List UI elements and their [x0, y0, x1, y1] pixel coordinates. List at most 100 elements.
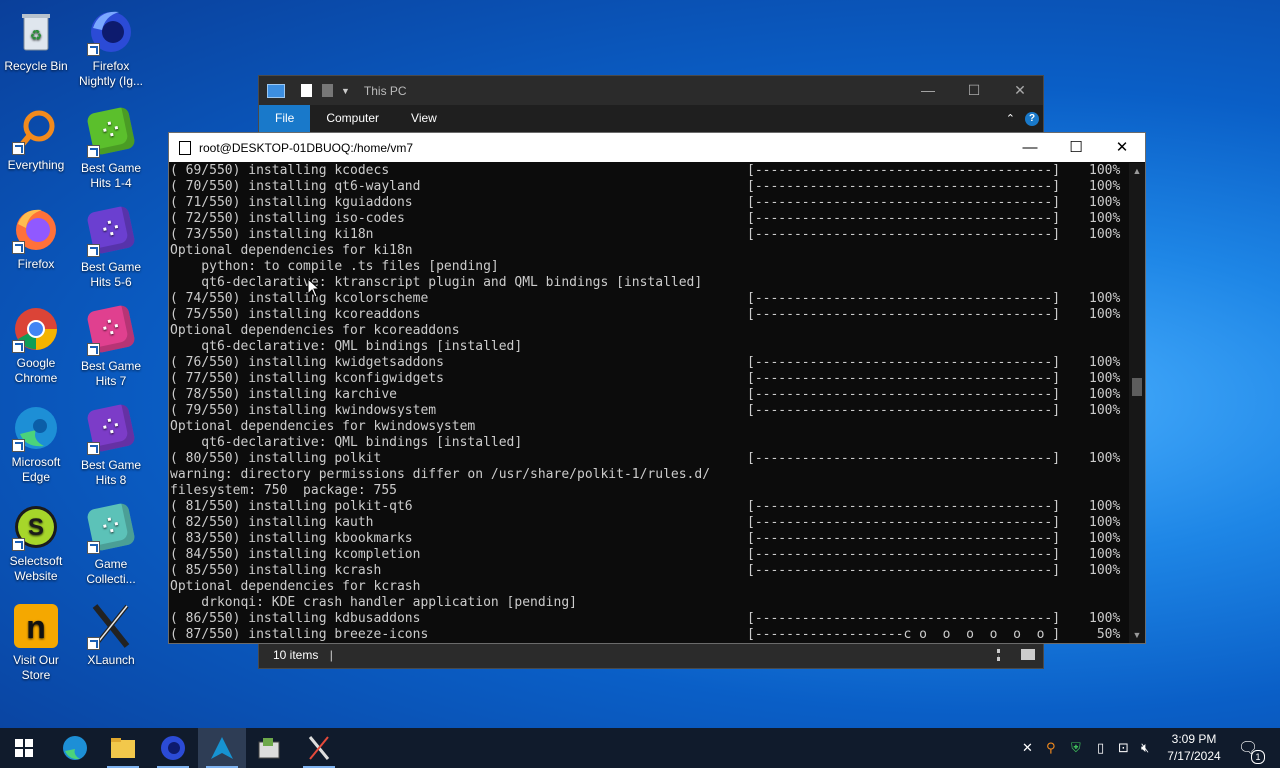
terminal-line: ( 77/550) installing kconfigwidgets [----…: [169, 371, 1129, 387]
terminal-line-text: ( 86/550) installing kdbusaddons: [170, 611, 421, 626]
desktop: ♻ Recycle Bin Everything Firefox Google …: [0, 0, 1280, 728]
explorer-ribbon: File Computer View ⌃ ?: [259, 105, 1043, 132]
terminal-title: root@DESKTOP-01DBUOQ:/home/vm7: [199, 140, 414, 155]
terminal-line: ( 84/550) installing kcompletion [-------…: [169, 547, 1129, 563]
taskbar-app[interactable]: [246, 728, 294, 768]
progress-bar-text: [--------------------------------------]: [747, 355, 1061, 370]
desktop-icon-edge[interactable]: Microsoft Edge: [0, 404, 72, 485]
progress-bar-text: [--------------------------------------]: [747, 499, 1061, 514]
scroll-up-icon[interactable]: ▲: [1129, 166, 1145, 176]
help-icon[interactable]: ?: [1025, 111, 1039, 126]
progress-bar-text: [--------------------------------------]: [747, 515, 1061, 530]
explorer-titlebar[interactable]: ▼ This PC — ☐ ✕: [259, 76, 1043, 105]
terminal-line-text: filesystem: 750 package: 755: [170, 483, 397, 498]
dice-purple-icon: [86, 403, 136, 455]
taskbar-firefox-nightly[interactable]: [149, 728, 197, 768]
item-count: 10 items: [273, 648, 319, 662]
desktop-icon-xlaunch[interactable]: XLaunch: [75, 602, 147, 668]
progress-bar-text: [--------------------------------------]: [747, 179, 1061, 194]
clock[interactable]: 3:09 PM 7/17/2024: [1160, 731, 1228, 765]
terminal-scrollbar[interactable]: ▲ ▼: [1129, 163, 1145, 643]
taskbar-file-explorer[interactable]: [99, 728, 147, 768]
desktop-icon-best-game-hits-5-6[interactable]: Best Game Hits 5-6: [75, 205, 147, 290]
terminal-minimize-button[interactable]: —: [1007, 133, 1053, 162]
taskbar-arch-terminal[interactable]: [198, 728, 246, 768]
large-icons-view-icon[interactable]: [1021, 649, 1035, 660]
desktop-icon-store[interactable]: n Visit Our Store: [0, 602, 72, 683]
desktop-icon-selectsoft[interactable]: S Selectsoft Website: [0, 503, 72, 584]
desktop-icon-best-game-hits-1-4[interactable]: Best Game Hits 1-4: [75, 106, 147, 191]
desktop-icon-firefox[interactable]: Firefox: [0, 206, 72, 272]
taskbar-xlaunch[interactable]: [295, 728, 343, 768]
maximize-button[interactable]: ☐: [951, 76, 997, 105]
terminal-line-text: qt6-declarative: ktranscript plugin and …: [170, 275, 703, 290]
terminal-line-text: qt6-declarative: QML bindings [installed…: [170, 435, 523, 450]
desktop-icon-recycle-bin[interactable]: ♻ Recycle Bin: [0, 8, 72, 74]
taskbar-edge[interactable]: [51, 728, 99, 768]
progress-percent: 50%: [1089, 627, 1121, 642]
scroll-down-icon[interactable]: ▼: [1129, 630, 1145, 640]
everything-search-icon: [12, 107, 60, 155]
new-folder-icon[interactable]: [322, 84, 333, 97]
desktop-icon-label: Best Game Hits 5-6: [80, 260, 142, 289]
terminal-line-text: warning: directory permissions differ on…: [170, 467, 711, 482]
terminal-line: ( 69/550) installing kcodecs [-----------…: [169, 163, 1129, 179]
volume-muted-icon[interactable]: 🔇︎: [1141, 728, 1149, 768]
terminal-line-text: ( 74/550) installing kcolorscheme: [170, 291, 429, 306]
tab-view[interactable]: View: [395, 105, 453, 132]
usb-tray-icon[interactable]: ▯: [1097, 728, 1104, 768]
progress-percent: 100%: [1089, 227, 1121, 242]
clock-date: 7/17/2024: [1167, 749, 1221, 763]
desktop-icon-firefox-nightly[interactable]: Firefox Nightly (Ig...: [75, 8, 147, 89]
progress-bar-text: [--------------------------------------]: [747, 195, 1061, 210]
desktop-icon-game-collection[interactable]: Game Collecti...: [75, 502, 147, 587]
firefox-nightly-icon: [161, 736, 185, 760]
properties-icon[interactable]: [301, 84, 312, 97]
terminal-line-text: ( 73/550) installing ki18n: [170, 227, 374, 242]
desktop-icon-best-game-hits-8[interactable]: Best Game Hits 8: [75, 403, 147, 488]
desktop-icon-best-game-hits-7[interactable]: Best Game Hits 7: [75, 304, 147, 389]
chevron-up-icon[interactable]: ⌃: [1006, 112, 1015, 125]
explorer-title: This PC: [363, 83, 407, 98]
mouse-cursor-icon: [307, 278, 321, 298]
terminal-line: ( 83/550) installing kbookmarks [--------…: [169, 531, 1129, 547]
close-button[interactable]: ✕: [997, 76, 1043, 105]
terminal-close-button[interactable]: ✕: [1099, 133, 1145, 162]
desktop-icon-chrome[interactable]: Google Chrome: [0, 305, 72, 386]
quick-access-dropdown-icon[interactable]: ▼: [341, 86, 350, 96]
terminal-line: ( 76/550) installing kwidgetsaddons [----…: [169, 355, 1129, 371]
svg-text:S: S: [28, 514, 44, 541]
security-tray-icon[interactable]: ⛨: [1071, 728, 1081, 768]
xlaunch-tray-icon[interactable]: ✕: [1022, 728, 1033, 768]
terminal-maximize-button[interactable]: ☐: [1053, 133, 1099, 162]
minimize-button[interactable]: —: [905, 76, 951, 105]
desktop-icon-label: Game Collecti...: [86, 557, 136, 586]
tab-file[interactable]: File: [259, 105, 311, 132]
scrollbar-thumb[interactable]: [1132, 378, 1142, 396]
terminal-line: Optional dependencies for kwindowsystem: [169, 419, 1129, 435]
terminal-line-text: ( 70/550) installing qt6-wayland: [170, 179, 421, 194]
dice-teal-icon: [86, 502, 136, 554]
firefox-icon: [12, 206, 60, 254]
terminal-line: ( 85/550) installing kcrash [------------…: [169, 563, 1129, 579]
edge-icon: [12, 404, 60, 452]
desktop-icon-label: Firefox Nightly (Ig...: [78, 59, 144, 88]
desktop-icon-label: Best Game Hits 8: [80, 458, 142, 487]
terminal-line: qt6-declarative: QML bindings [installed…: [169, 435, 1129, 451]
desktop-icon-everything[interactable]: Everything: [0, 107, 72, 173]
everything-tray-icon[interactable]: ⚲: [1046, 728, 1056, 768]
terminal-window[interactable]: root@DESKTOP-01DBUOQ:/home/vm7 — ☐ ✕ ( 6…: [168, 132, 1146, 644]
status-divider: |: [329, 648, 333, 662]
progress-percent: 100%: [1089, 371, 1121, 386]
details-view-icon[interactable]: [997, 649, 1014, 661]
clock-time: 3:09 PM: [1171, 732, 1217, 746]
start-button[interactable]: [0, 728, 48, 768]
terminal-output[interactable]: ( 69/550) installing kcodecs [-----------…: [169, 163, 1129, 643]
tab-computer[interactable]: Computer: [310, 105, 395, 132]
terminal-titlebar[interactable]: root@DESKTOP-01DBUOQ:/home/vm7 — ☐ ✕: [169, 133, 1145, 162]
progress-percent: 100%: [1089, 307, 1121, 322]
xlaunch-icon: [87, 602, 135, 650]
progress-percent: 100%: [1089, 355, 1121, 370]
windows-logo-icon: [15, 739, 33, 757]
network-tray-icon[interactable]: ⊡: [1118, 728, 1129, 768]
